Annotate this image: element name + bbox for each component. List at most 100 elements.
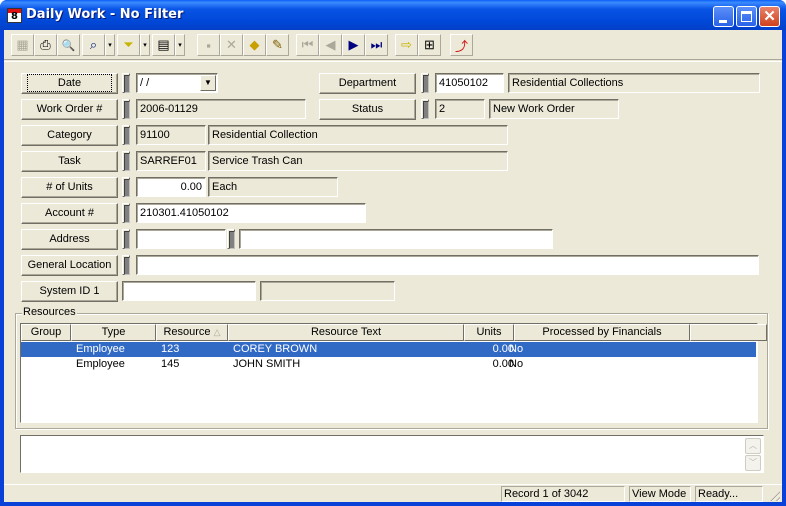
print-button[interactable]: ⎙ [34, 34, 57, 56]
window-title: Daily Work - No Filter [26, 7, 184, 22]
task-lookup-handle[interactable] [122, 151, 130, 171]
address-lookup-handle[interactable] [122, 229, 130, 249]
cell-resource: 145 [161, 358, 180, 370]
status-button[interactable]: Status [319, 99, 416, 120]
report-dropdown[interactable]: ▾ [175, 34, 185, 56]
street-lookup-handle[interactable] [227, 229, 235, 249]
cell-units: 0.00 [492, 358, 514, 370]
cell-resource-text: COREY BROWN [233, 343, 318, 355]
chevron-down-icon: ▾ [143, 42, 147, 49]
edit-button[interactable]: ✎ [266, 34, 289, 56]
minimize-button[interactable] [713, 6, 734, 27]
account-field[interactable]: 210301.41050102 [136, 203, 366, 223]
task-label: Task [58, 155, 81, 167]
table-row[interactable]: Employee 123 COREY BROWN 0.00 No [21, 342, 756, 357]
units-lookup-handle[interactable] [122, 177, 130, 197]
find-dropdown[interactable]: ▾ [105, 34, 115, 56]
units-field[interactable]: 0.00 [136, 177, 206, 197]
resize-grip-icon[interactable] [768, 489, 780, 501]
scroll-down-button[interactable]: ﹀ [745, 455, 761, 471]
status-description-field[interactable]: New Work Order [489, 99, 619, 119]
system-id-extra-field[interactable] [260, 281, 395, 301]
address-number-field[interactable] [136, 229, 226, 249]
next-record-button[interactable]: ▶ [342, 34, 365, 56]
maximize-button[interactable] [736, 6, 757, 27]
date-button[interactable]: Date [21, 73, 118, 94]
address-street-field[interactable] [239, 229, 553, 249]
last-record-button[interactable]: ⏭ [365, 34, 388, 56]
delete-button[interactable]: ✕ [220, 34, 243, 56]
save-button[interactable]: ▪ [197, 34, 220, 56]
cell-processed: No [509, 358, 524, 370]
general-location-lookup-handle[interactable] [122, 255, 130, 275]
binoculars-icon: ⌕ [89, 37, 98, 52]
cell-resource: 123 [161, 343, 180, 355]
date-lookup-handle[interactable] [122, 73, 130, 93]
date-value: / / [140, 77, 150, 89]
status-lookup-handle[interactable] [421, 99, 429, 119]
table-row[interactable]: Employee 145 JOHN SMITH 0.00 No [21, 357, 756, 372]
general-location-button[interactable]: General Location [21, 255, 118, 276]
cell-units: 0.00 [492, 343, 514, 355]
work-order-lookup-handle[interactable] [122, 99, 130, 119]
filter-dropdown[interactable]: ▾ [140, 34, 150, 56]
category-code-field[interactable]: 91100 [136, 125, 206, 145]
title-bar[interactable]: 8 Daily Work - No Filter ✕ [0, 0, 786, 30]
state-panel: Ready... [695, 486, 763, 502]
column-header-resource[interactable]: Resource △ [156, 324, 228, 341]
task-code-field[interactable]: SARREF01 [136, 151, 206, 171]
new-record-button[interactable]: ◆ [243, 34, 266, 56]
department-description-field[interactable]: Residential Collections [508, 73, 760, 93]
previous-record-button[interactable]: ◀ [319, 34, 342, 56]
general-location-field[interactable] [136, 255, 759, 275]
department-lookup-handle[interactable] [421, 73, 429, 93]
find-button[interactable]: ⌕ [82, 34, 105, 56]
category-lookup-handle[interactable] [122, 125, 130, 145]
close-button[interactable]: ✕ [759, 6, 780, 27]
exit-button[interactable]: ⤴ [450, 34, 473, 56]
resources-grid[interactable]: Group Type Resource △ Resource Text Unit… [20, 323, 767, 423]
work-order-button[interactable]: Work Order # [21, 99, 118, 120]
category-label: Category [47, 129, 92, 141]
first-record-button[interactable]: ⏮ [296, 34, 319, 56]
chevron-down-icon[interactable]: ▼ [200, 75, 216, 91]
memo-field[interactable]: ︿ ﹀ [20, 435, 764, 473]
print-preview-button[interactable]: 🔍 [57, 34, 80, 56]
address-button[interactable]: Address [21, 229, 118, 250]
units-button[interactable]: # of Units [21, 177, 118, 198]
scroll-up-button[interactable]: ︿ [745, 438, 761, 454]
record-count-panel: Record 1 of 3042 [501, 486, 625, 502]
unit-of-measure-field[interactable]: Each [208, 177, 338, 197]
column-header-processed[interactable]: Processed by Financials [514, 324, 690, 341]
form-view-button[interactable]: ▦ [11, 34, 34, 56]
hierarchy-button[interactable]: ⊞ [418, 34, 441, 56]
department-button[interactable]: Department [319, 73, 416, 94]
category-description-field[interactable]: Residential Collection [208, 125, 508, 145]
mode-panel: View Mode [629, 486, 691, 502]
date-field[interactable]: / / ▼ [136, 73, 218, 93]
work-order-field[interactable]: 2006-01129 [136, 99, 306, 119]
filter-button[interactable]: ⏷ [117, 34, 140, 56]
column-header-blank[interactable] [690, 324, 767, 341]
column-header-units[interactable]: Units [464, 324, 514, 341]
column-header-type[interactable]: Type [71, 324, 156, 341]
app-window: 8 Daily Work - No Filter ✕ ▦ ⎙ 🔍 ⌕ ▾ ⏷ ▾… [0, 0, 786, 506]
goto-button[interactable]: ⇨ [395, 34, 418, 56]
calendar-app-icon[interactable]: 8 [7, 8, 22, 23]
maximize-icon [741, 11, 752, 22]
report-button[interactable]: ▤ [152, 34, 175, 56]
task-button[interactable]: Task [21, 151, 118, 172]
system-id-field[interactable] [122, 281, 256, 301]
category-button[interactable]: Category [21, 125, 118, 146]
new-record-icon: ◆ [249, 37, 260, 52]
account-lookup-handle[interactable] [122, 203, 130, 223]
cell-type: Employee [76, 358, 125, 370]
system-id-button[interactable]: System ID 1 [21, 281, 118, 302]
column-header-group[interactable]: Group [21, 324, 71, 341]
status-code-field[interactable]: 2 [435, 99, 485, 119]
department-code-field[interactable]: 41050102 [435, 73, 504, 93]
column-header-resource-text[interactable]: Resource Text [228, 324, 464, 341]
task-description-field[interactable]: Service Trash Can [208, 151, 508, 171]
last-record-icon: ⏭ [370, 37, 383, 52]
account-button[interactable]: Account # [21, 203, 118, 224]
